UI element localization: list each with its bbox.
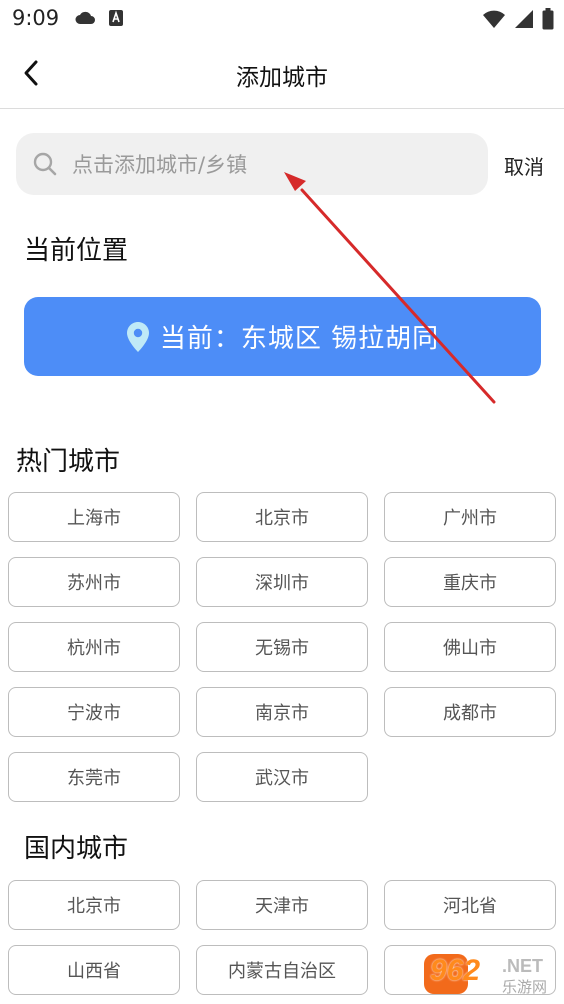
- watermark-number: 962: [430, 954, 481, 987]
- domestic-city-button[interactable]: 北京市: [8, 880, 180, 930]
- hot-cities-section-title: 热门城市: [16, 447, 121, 477]
- hot-cities-grid: 上海市 北京市 广州市 苏州市 深圳市 重庆市 杭州市 无锡市 佛山市 宁波市 …: [8, 492, 556, 802]
- app-notification-icon: [109, 10, 123, 26]
- header-bar: 添加城市: [0, 38, 564, 109]
- cloud-icon: [75, 11, 95, 24]
- site-watermark: 962 .NET 乐游网: [424, 952, 560, 998]
- signal-icon: [515, 10, 533, 28]
- search-box[interactable]: [16, 133, 488, 197]
- status-time: 9:09: [12, 6, 60, 30]
- hot-city-button[interactable]: 苏州市: [8, 557, 180, 607]
- hot-city-button[interactable]: 北京市: [196, 492, 368, 542]
- current-location-button[interactable]: 当前：东城区 锡拉胡同: [24, 297, 541, 376]
- current-location-section-title: 当前位置: [24, 236, 129, 266]
- wifi-icon: [483, 10, 505, 28]
- hot-city-button[interactable]: 东莞市: [8, 752, 180, 802]
- watermark-domain: .NET: [502, 956, 544, 976]
- current-location-label: 当前：东城区 锡拉胡同: [159, 324, 440, 354]
- domestic-cities-section-title: 国内城市: [24, 834, 129, 864]
- hot-city-button[interactable]: 深圳市: [196, 557, 368, 607]
- domestic-city-button[interactable]: 天津市: [196, 880, 368, 930]
- hot-city-button[interactable]: 武汉市: [196, 752, 368, 802]
- status-left-icons: [74, 9, 124, 27]
- hot-city-button[interactable]: 成都市: [384, 687, 556, 737]
- hot-city-button[interactable]: 广州市: [384, 492, 556, 542]
- domestic-city-button[interactable]: 山西省: [8, 945, 180, 995]
- domestic-city-button[interactable]: 内蒙古自治区: [196, 945, 368, 995]
- status-bar: 9:09: [0, 0, 564, 38]
- hot-city-button[interactable]: 宁波市: [8, 687, 180, 737]
- hot-city-button[interactable]: 上海市: [8, 492, 180, 542]
- search-input[interactable]: [70, 133, 474, 197]
- page-title: 添加城市: [236, 65, 328, 91]
- status-right-icons: [482, 8, 554, 30]
- hot-city-button[interactable]: 南京市: [196, 687, 368, 737]
- domestic-city-button[interactable]: 河北省: [384, 880, 556, 930]
- location-pin-icon: [126, 321, 149, 352]
- hot-city-button[interactable]: 无锡市: [196, 622, 368, 672]
- search-icon: [33, 152, 57, 176]
- hot-city-button[interactable]: 重庆市: [384, 557, 556, 607]
- battery-icon: [542, 8, 554, 30]
- watermark-text: 乐游网: [502, 978, 548, 996]
- hot-city-button[interactable]: 杭州市: [8, 622, 180, 672]
- hot-city-button[interactable]: 佛山市: [384, 622, 556, 672]
- cancel-button[interactable]: 取消: [504, 151, 544, 180]
